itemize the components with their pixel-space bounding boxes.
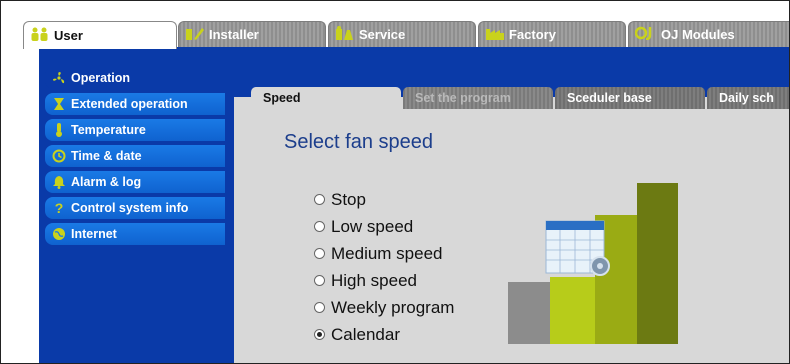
tab-oj-modules-label: OJ Modules [661, 27, 735, 42]
radio-button[interactable] [314, 275, 325, 286]
bar-dark-olive [637, 183, 678, 344]
sidebar-item-extended-operation[interactable]: Extended operation [45, 93, 225, 115]
tab-service[interactable]: Service [328, 21, 476, 47]
radio-button[interactable] [314, 194, 325, 205]
inner-tab-bar: Speed Set the program Sceduler base Dail… [251, 87, 789, 109]
hourglass-icon [51, 97, 67, 111]
sidebar-item-internet[interactable]: Internet [45, 223, 225, 245]
sidebar-item-alarm-log[interactable]: Alarm & log [45, 171, 225, 193]
bell-icon [51, 175, 67, 189]
radio-weekly-program[interactable]: Weekly program [314, 294, 454, 321]
radio-calendar[interactable]: Calendar [314, 321, 454, 348]
radio-label: High speed [331, 270, 418, 290]
radio-button[interactable] [314, 302, 325, 313]
tab-user[interactable]: User [23, 21, 177, 49]
fan-speed-options: Stop Low speed Medium speed High speed W… [314, 186, 454, 348]
sidebar: Operation Extended operation Temperature… [45, 67, 245, 249]
radio-high-speed[interactable]: High speed [314, 267, 454, 294]
top-tab-bar: User Installer Service Factory OJ Module… [23, 21, 789, 49]
clock-icon [51, 149, 67, 163]
tab-set-the-program-label: Set the program [415, 91, 511, 105]
tab-daily-schedule-label: Daily sch [719, 91, 774, 105]
radio-medium-speed[interactable]: Medium speed [314, 240, 454, 267]
tab-factory[interactable]: Factory [478, 21, 626, 47]
tab-speed-label: Speed [263, 91, 301, 105]
radio-label: Weekly program [331, 297, 455, 317]
sidebar-item-operation[interactable]: Operation [45, 67, 245, 89]
question-icon: ? [54, 200, 64, 216]
tab-installer-label: Installer [209, 27, 259, 42]
sidebar-item-time-date[interactable]: Time & date [45, 145, 225, 167]
tab-service-label: Service [359, 27, 406, 42]
sidebar-item-temperature[interactable]: Temperature [45, 119, 225, 141]
sidebar-item-label: Temperature [71, 123, 146, 137]
sidebar-item-label: Internet [71, 227, 117, 241]
radio-label: Medium speed [331, 243, 443, 263]
panel-title: Select fan speed [284, 131, 433, 153]
tab-set-the-program: Set the program [403, 87, 553, 109]
radio-label: Low speed [331, 216, 414, 236]
tab-oj-modules[interactable]: OJ Modules [628, 21, 789, 47]
tab-sceduler-base[interactable]: Sceduler base [555, 87, 705, 109]
app-window: User Installer Service Factory OJ Module… [0, 0, 790, 364]
radio-label: Calendar [331, 324, 400, 344]
radio-label: Stop [331, 189, 366, 209]
tab-sceduler-base-label: Sceduler base [567, 91, 652, 105]
calendar-icon [545, 220, 610, 276]
bar-lime [550, 277, 595, 344]
radio-stop[interactable]: Stop [314, 186, 454, 213]
tab-installer[interactable]: Installer [178, 21, 326, 47]
factory-icon [485, 26, 505, 43]
radio-button-selected[interactable] [314, 329, 325, 340]
tab-daily-schedule[interactable]: Daily sch [707, 87, 789, 109]
sidebar-item-label: Control system info [71, 201, 189, 215]
sidebar-item-label: Operation [71, 71, 131, 85]
tab-factory-label: Factory [509, 27, 556, 42]
service-icon [335, 26, 355, 43]
tab-user-label: User [54, 28, 83, 43]
sidebar-item-control-system-info[interactable]: ? Control system info [45, 197, 225, 219]
installer-icon [185, 26, 205, 43]
thermometer-icon [51, 123, 67, 137]
radio-button[interactable] [314, 221, 325, 232]
bar-gray [508, 282, 550, 344]
oj-modules-icon [634, 26, 657, 43]
sidebar-item-label: Extended operation [71, 97, 188, 111]
sidebar-item-label: Time & date [71, 149, 142, 163]
radio-button[interactable] [314, 248, 325, 259]
sidebar-item-label: Alarm & log [71, 175, 142, 189]
radio-low-speed[interactable]: Low speed [314, 213, 454, 240]
tab-speed[interactable]: Speed [251, 87, 401, 109]
fan-icon [51, 71, 67, 85]
fan-speed-illustration [506, 181, 678, 346]
users-icon [30, 27, 50, 44]
globe-icon [51, 227, 67, 241]
